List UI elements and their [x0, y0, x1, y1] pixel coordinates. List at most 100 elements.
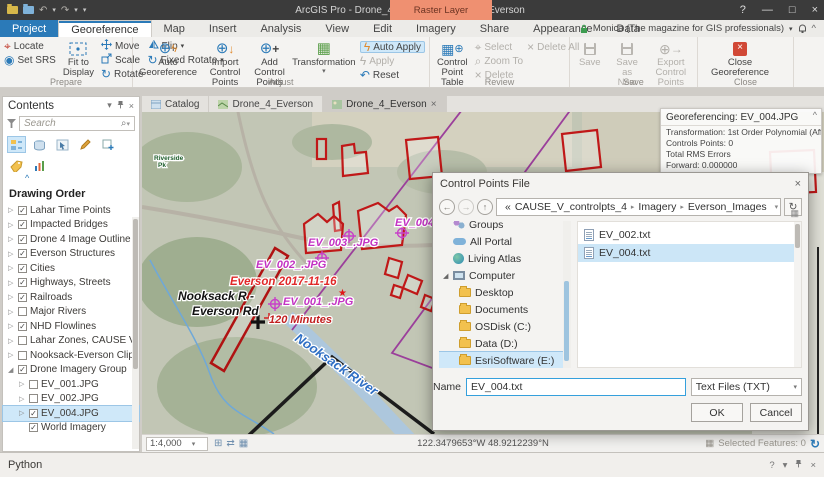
- layer-row[interactable]: ▷ Lahar Zones, CAUSE V: [3, 334, 139, 349]
- breadcrumb-dropdown-icon[interactable]: ▾: [775, 203, 779, 211]
- contents-pin-icon[interactable]: [117, 100, 124, 111]
- tree-item-esrisoftware-selected[interactable]: EsriSoftware (E:): [439, 351, 571, 368]
- layer-row[interactable]: ✓ World Imagery: [3, 421, 139, 436]
- layer-checkbox[interactable]: ✓: [18, 249, 27, 259]
- select-button[interactable]: ⌖ Select: [475, 41, 523, 53]
- layer-checkbox[interactable]: [18, 307, 27, 317]
- snap-toggle-icon[interactable]: ⇄: [226, 438, 234, 449]
- breadcrumb-root[interactable]: CAUSE_V_controlpts_4: [515, 201, 627, 213]
- notifications-icon[interactable]: [798, 23, 807, 34]
- redo-dropdown-icon[interactable]: ▾: [74, 6, 78, 14]
- layer-row[interactable]: ▷ Nooksack-Everson Clip: [3, 348, 139, 363]
- refresh-map-icon[interactable]: ↻: [810, 437, 820, 451]
- locate-button[interactable]: ⌖ Locate: [4, 40, 56, 52]
- tree-scrollbar[interactable]: [563, 221, 571, 368]
- layer-checkbox[interactable]: ✓: [18, 278, 27, 288]
- fit-to-display-button[interactable]: Fit to Display: [60, 40, 97, 78]
- tree-item-all-portal[interactable]: All Portal: [439, 233, 571, 250]
- layer-row[interactable]: ▷ ✓ Drone 4 Image Outline: [3, 232, 139, 247]
- file-row-ev004-selected[interactable]: EV_004.txt: [578, 244, 801, 262]
- maximize-button[interactable]: □: [789, 4, 796, 16]
- layer-checkbox[interactable]: [29, 379, 38, 389]
- tree-item-osdisk[interactable]: OSDisk (C:): [439, 318, 571, 335]
- tree-item-data-d[interactable]: Data (D:): [439, 335, 571, 352]
- list-by-charts-icon[interactable]: [30, 157, 49, 174]
- undo-dropdown-icon[interactable]: ▾: [52, 6, 56, 14]
- breadcrumb-imagery[interactable]: Imagery: [638, 201, 676, 213]
- tree-item-computer[interactable]: ◢ Computer: [439, 267, 571, 284]
- tab-insert[interactable]: Insert: [197, 20, 249, 37]
- tab-map-drone4everson-active[interactable]: Drone_4_Everson ×: [323, 96, 447, 112]
- file-type-select[interactable]: Text Files (TXT) ▾: [690, 378, 802, 396]
- layer-checkbox[interactable]: ✓: [18, 234, 27, 244]
- save-project-icon[interactable]: [23, 4, 34, 14]
- name-input[interactable]: EV_004.txt: [466, 378, 686, 396]
- layer-row[interactable]: ▷ ✓ NHD Flowlines: [3, 319, 139, 334]
- layer-checkbox[interactable]: ✓: [18, 205, 27, 215]
- python-help-icon[interactable]: ?: [769, 460, 774, 471]
- tab-project[interactable]: Project: [0, 20, 59, 37]
- tab-imagery[interactable]: Imagery: [404, 20, 468, 37]
- list-by-selection-icon[interactable]: [53, 136, 72, 153]
- layer-row-selected[interactable]: ▷ ✓ EV_004.JPG: [2, 405, 140, 422]
- layer-row[interactable]: ◢ ✓ Drone Imagery Group: [3, 363, 139, 378]
- help-button[interactable]: ?: [740, 4, 746, 16]
- breadcrumb[interactable]: « CAUSE_V_controlpts_4 ▸ Imagery ▸ Evers…: [496, 198, 781, 216]
- tree-item-desktop[interactable]: Desktop: [439, 284, 571, 301]
- file-list-scrollbar[interactable]: [794, 222, 801, 367]
- file-row-ev002[interactable]: EV_002.txt: [578, 226, 801, 244]
- contents-search-input[interactable]: Search ⌕ ▾: [19, 116, 135, 131]
- apply-button[interactable]: ϟ Apply: [360, 55, 425, 67]
- layer-row[interactable]: ▷ ✓ Everson Structures: [3, 247, 139, 262]
- ok-button[interactable]: OK: [691, 403, 743, 422]
- zoom-xy-icon[interactable]: ⊞: [214, 438, 222, 449]
- tab-analysis[interactable]: Analysis: [248, 20, 313, 37]
- layer-checkbox[interactable]: ✓: [29, 423, 38, 433]
- tab-map[interactable]: Map: [152, 20, 197, 37]
- save-button[interactable]: Save: [574, 40, 606, 68]
- layer-checkbox[interactable]: ✓: [18, 220, 27, 230]
- layer-row[interactable]: ▷ ✓ Cities: [3, 261, 139, 276]
- breadcrumb-collapse[interactable]: «: [505, 201, 511, 213]
- python-menu-icon[interactable]: ▾: [783, 460, 788, 471]
- list-by-drawing-order-icon[interactable]: [7, 136, 26, 153]
- nav-up-button[interactable]: ↑: [477, 199, 493, 215]
- layer-checkbox[interactable]: ✓: [29, 408, 38, 418]
- search-dropdown-icon[interactable]: ▾: [126, 120, 130, 128]
- transformation-dropdown-icon[interactable]: ▾: [322, 68, 326, 75]
- tab-share[interactable]: Share: [468, 20, 521, 37]
- layer-checkbox[interactable]: ✓: [18, 321, 27, 331]
- view-options-icon[interactable]: ▦: [790, 208, 799, 219]
- user-dropdown-icon[interactable]: ▾: [789, 25, 793, 33]
- layer-checkbox[interactable]: ✓: [18, 292, 27, 302]
- python-close-icon[interactable]: ×: [810, 460, 816, 471]
- open-project-icon[interactable]: [7, 4, 18, 14]
- python-pin-icon[interactable]: [795, 459, 802, 471]
- layer-checkbox[interactable]: ✓: [18, 263, 27, 273]
- python-panel-header[interactable]: Python ? ▾ ×: [0, 452, 824, 477]
- layer-row[interactable]: ▷ EV_002.JPG: [3, 392, 139, 407]
- scale-dropdown-icon[interactable]: ▾: [192, 440, 196, 448]
- layer-row[interactable]: ▷ EV_001.JPG: [3, 377, 139, 392]
- collapse-ribbon-icon[interactable]: ^: [812, 23, 816, 34]
- layer-checkbox[interactable]: [18, 336, 27, 346]
- contents-close-icon[interactable]: ×: [129, 101, 134, 111]
- close-view-icon[interactable]: ×: [431, 99, 437, 110]
- scale-combo[interactable]: 1:4,000 ▾: [146, 436, 208, 451]
- auto-apply-button[interactable]: ϟ Auto Apply: [359, 41, 425, 53]
- redo-icon[interactable]: ↷: [61, 5, 69, 16]
- auto-georeference-button[interactable]: ⊕ ϟ Auto Georeference: [137, 40, 199, 78]
- layer-row[interactable]: ▷ ✓ Impacted Bridges: [3, 218, 139, 233]
- cancel-button[interactable]: Cancel: [750, 403, 802, 422]
- layer-row[interactable]: ▷ Major Rivers: [3, 305, 139, 320]
- grid-toggle-icon[interactable]: ▦: [239, 438, 248, 449]
- close-georeference-button[interactable]: × Close Georeference: [702, 40, 778, 78]
- list-by-labeling-icon[interactable]: [7, 157, 26, 174]
- layer-row[interactable]: ▷ ✓ Lahar Time Points: [3, 203, 139, 218]
- list-by-editing-icon[interactable]: [76, 136, 95, 153]
- customize-qat-icon[interactable]: ▾: [83, 6, 87, 14]
- tree-item-living-atlas[interactable]: Living Atlas: [439, 250, 571, 267]
- layer-checkbox[interactable]: [18, 350, 27, 360]
- nav-forward-button[interactable]: →: [458, 199, 474, 215]
- undo-icon[interactable]: ↶: [39, 5, 47, 16]
